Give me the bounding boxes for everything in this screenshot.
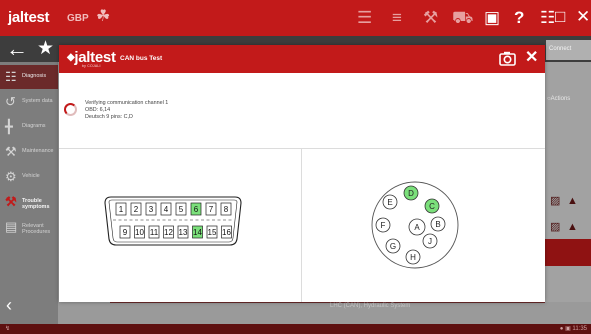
obd-pin-label-5: 5	[179, 205, 184, 214]
system-data-icon: ↺	[5, 94, 16, 109]
obd-pin-label-11: 11	[150, 228, 159, 237]
can-bus-test-dialog: ◆jaltest by COJALI CAN bus Test ✕ Verify…	[59, 45, 545, 302]
horizontal-divider	[59, 148, 545, 149]
deutsch-pin-label-J: J	[428, 237, 432, 246]
deutsch-connector-diagram: A BC D E F G H J	[371, 181, 459, 269]
dialog-logo-sub: by COJALI	[82, 64, 101, 68]
list-icon[interactable]: ≡	[392, 8, 402, 28]
sidebar-item-diagrams[interactable]: ╋ Diagrams	[0, 115, 58, 139]
obd-pin-label-16: 16	[222, 228, 231, 237]
clock: 11:35	[572, 326, 587, 332]
sidebar-item-system-data[interactable]: ↺ System data	[0, 90, 58, 114]
screenshot-camera-icon[interactable]	[499, 51, 516, 66]
sidebar-item-label: Diagnosis	[22, 73, 47, 79]
diagnosis-icon: ☷	[5, 69, 17, 84]
report-icon[interactable]: ☰	[357, 8, 372, 28]
vertical-divider	[301, 149, 302, 302]
system-tray: ● ▣ 11:35	[559, 326, 587, 332]
sidebar-item-label: Diagrams	[22, 123, 46, 129]
dialog-logo: ◆jaltest	[67, 49, 116, 66]
apps-grid-icon[interactable]: ☷	[540, 8, 555, 28]
sidebar-item-label: Relevant Procedures	[22, 223, 51, 235]
deutsch-pin-label-G: G	[390, 242, 396, 251]
obd-pin-label-6: 6	[194, 205, 199, 214]
document-icon[interactable]: ▨	[550, 222, 560, 233]
document-icon[interactable]: ▨	[550, 196, 560, 207]
maximize-icon[interactable]: □	[555, 6, 565, 28]
obd-pin-label-13: 13	[179, 228, 188, 237]
deutsch-pin-label-A: A	[414, 223, 420, 232]
sidebar-item-label: Trouble symptoms	[22, 198, 50, 210]
deutsch-pin-label-B: B	[435, 220, 440, 229]
back-arrow-icon[interactable]: ←	[6, 36, 28, 62]
maintenance-icon: ⚒	[5, 144, 17, 159]
usb-icon: ↯	[5, 326, 11, 332]
actions-label[interactable]: ○Actions	[547, 96, 570, 102]
status-line-deutsch: Deutsch 9 pins: C,D	[85, 113, 133, 120]
status-bar	[0, 324, 591, 334]
warning-icon[interactable]: ▲	[567, 222, 578, 233]
network-icon[interactable]: ☘	[96, 9, 110, 25]
favorite-star-icon[interactable]: ★	[37, 38, 54, 60]
camera-icon[interactable]: ▣	[484, 8, 500, 28]
sidebar-item-maintenance[interactable]: ⚒ Maintenance	[0, 140, 58, 164]
app-logo: jaltest	[8, 9, 50, 26]
divider	[110, 302, 545, 303]
dialog-title: CAN bus Test	[120, 55, 163, 62]
obd-pin-label-4: 4	[164, 205, 169, 214]
sidebar-item-label: System data	[22, 98, 53, 104]
obd-pin-label-1: 1	[119, 205, 124, 214]
obd-connector-diagram: 1 2 3 4 5 6 7 89 10 11 12 13 14 15 16	[104, 196, 242, 246]
obd-pins: 1 2 3 4 5 6 7 89 10 11 12 13 14 15 16	[115, 202, 232, 239]
obd-pin-label-2: 2	[134, 205, 139, 214]
deutsch-pins: A BC D E F G H J	[375, 185, 446, 265]
action-button[interactable]	[545, 239, 591, 266]
app-logo-text: jaltest	[8, 9, 50, 26]
deutsch-pin-label-H: H	[410, 253, 416, 262]
deutsch-pin-label-E: E	[387, 198, 392, 207]
connect-tab[interactable]: Connect	[546, 40, 591, 60]
status-line-obd: OBD: 6,14	[85, 106, 111, 113]
window-close-icon[interactable]: ✕	[576, 6, 590, 28]
sidebar-collapse-icon[interactable]: ‹	[6, 296, 12, 314]
sidebar-item-trouble-symptoms[interactable]: ⚒ Trouble symptoms	[0, 190, 58, 214]
obd-pin-label-10: 10	[135, 228, 144, 237]
deutsch-pin-label-D: D	[408, 189, 414, 198]
sidebar-item-procedures[interactable]: ▤ Relevant Procedures	[0, 215, 58, 239]
vehicle-icon: ⚙	[5, 169, 17, 184]
tools-icon[interactable]: ⚒	[423, 8, 438, 28]
vehicle-icon[interactable]: ⛟	[452, 8, 473, 28]
dialog-close-icon[interactable]: ✕	[525, 49, 538, 67]
sidebar-item-diagnosis[interactable]: ☷ Diagnosis	[0, 65, 58, 89]
deutsch-pin-label-F: F	[381, 221, 386, 230]
obd-pin-label-9: 9	[123, 228, 128, 237]
sidebar: ☷ Diagnosis ↺ System data ╋ Diagrams ⚒ M…	[0, 62, 58, 334]
warning-icon[interactable]: ▲	[567, 196, 578, 207]
sidebar-item-label: Maintenance	[22, 148, 54, 154]
status-line-channel: Verifying communication channel 1	[85, 100, 169, 106]
status-text: Verifying communication channel 1 OBD: 6…	[85, 100, 168, 120]
actions-label-text: Actions	[550, 96, 571, 102]
obd-pin-label-8: 8	[224, 205, 229, 214]
system-row-label: LHC (CAN), Hydraulic System	[330, 303, 411, 309]
region-label: GBP	[67, 13, 89, 24]
deutsch-pin-label-C: C	[429, 202, 435, 211]
sidebar-item-label: Vehicle	[22, 173, 40, 179]
obd-pin-label-14: 14	[193, 228, 202, 237]
diagrams-icon: ╋	[5, 119, 13, 134]
obd-pin-label-12: 12	[164, 228, 173, 237]
help-icon[interactable]: ?	[514, 8, 524, 28]
obd-pin-label-7: 7	[209, 205, 214, 214]
obd-pin-label-3: 3	[149, 205, 154, 214]
loading-spinner-icon	[64, 103, 77, 116]
trouble-icon: ⚒	[5, 194, 17, 209]
sidebar-item-vehicle[interactable]: ⚙ Vehicle	[0, 165, 58, 189]
obd-pin-label-15: 15	[208, 228, 217, 237]
procedures-icon: ▤	[5, 219, 18, 234]
